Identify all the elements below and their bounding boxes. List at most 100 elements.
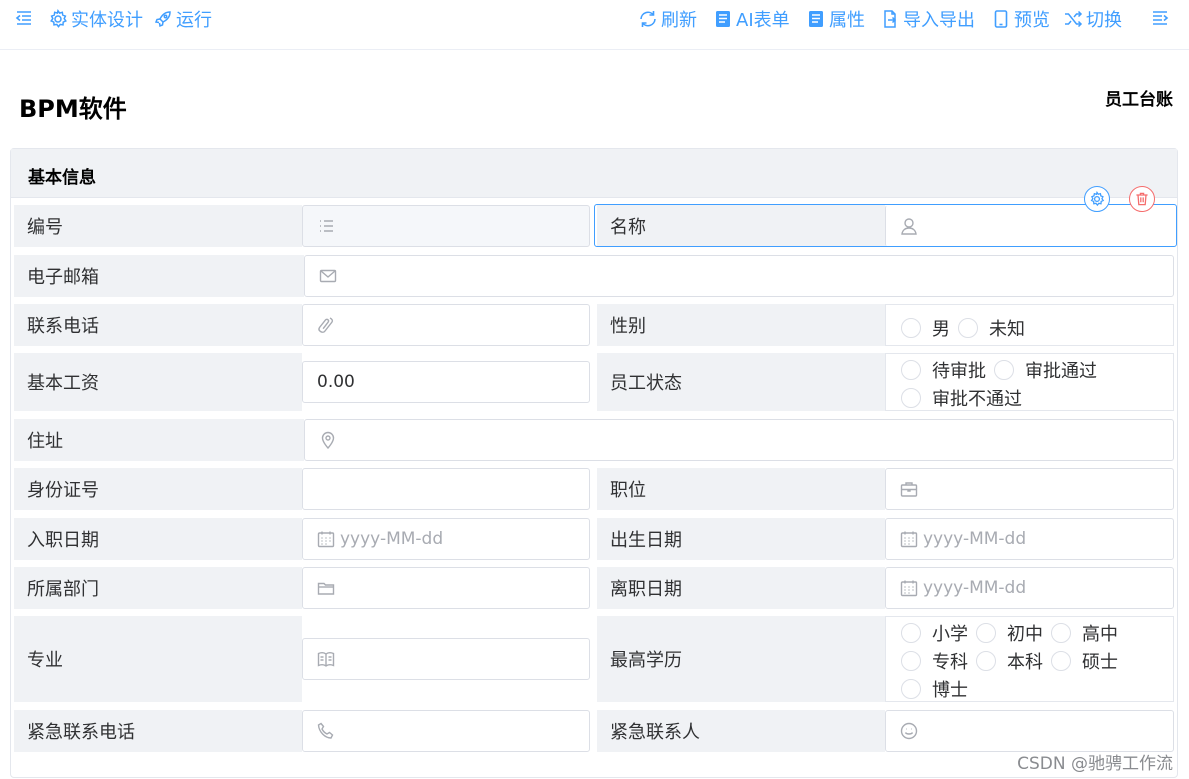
education-option-college[interactable]: 专科: [901, 648, 968, 674]
run-label: 运行: [176, 10, 212, 31]
education-option-junior-high[interactable]: 初中: [976, 620, 1043, 646]
position-input[interactable]: [885, 468, 1174, 510]
emergency-contact-input[interactable]: [885, 710, 1174, 752]
document-icon: [809, 11, 823, 27]
education-option-master[interactable]: 硕士: [1051, 648, 1118, 674]
hire-date-placeholder: yyyy-MM-dd: [340, 529, 444, 549]
file-export-icon: [884, 10, 897, 28]
field-label-number: 编号: [14, 205, 302, 247]
salary-input[interactable]: 0.00: [302, 361, 590, 403]
number-input[interactable]: [302, 205, 590, 247]
id-card-input[interactable]: [302, 468, 590, 510]
gear-icon: [1090, 191, 1105, 207]
field-label-email: 电子邮箱: [14, 255, 304, 297]
field-label-education: 最高学历: [597, 616, 885, 702]
department-select[interactable]: [302, 567, 590, 609]
trash-icon: [1136, 192, 1148, 206]
field-label-department: 所属部门: [14, 567, 302, 609]
hire-date-picker[interactable]: yyyy-MM-dd: [302, 518, 590, 560]
email-input[interactable]: [304, 255, 1174, 297]
ai-form-label: AI表单: [736, 10, 790, 31]
phone-icon: [318, 317, 334, 333]
switch-button[interactable]: 切换: [1063, 6, 1122, 32]
gear-icon: [50, 9, 67, 28]
mail-icon: [319, 269, 337, 283]
emergency-phone-input[interactable]: [302, 710, 590, 752]
gender-option-male[interactable]: 男: [901, 315, 950, 341]
education-option-doctor[interactable]: 博士: [901, 676, 968, 702]
education-option-bachelor[interactable]: 本科: [976, 648, 1043, 674]
run-button[interactable]: 运行: [153, 6, 212, 32]
properties-button[interactable]: 属性: [806, 6, 865, 32]
preview-button[interactable]: 预览: [991, 6, 1050, 32]
field-label-birth-date: 出生日期: [597, 518, 885, 560]
status-option-approved[interactable]: 审批通过: [994, 357, 1097, 383]
watermark: CSDN @驰骋工作流: [1017, 754, 1173, 774]
top-toolbar: 实体设计 运行 刷新 AI表单 属性 导入导出 预览 切换: [0, 0, 1189, 50]
import-export-label: 导入导出: [903, 10, 975, 31]
major-input[interactable]: [302, 638, 590, 680]
document-icon: [716, 11, 730, 27]
field-label-id-card: 身份证号: [14, 468, 302, 510]
field-label-gender: 性别: [597, 304, 885, 346]
page-title: BPM软件: [19, 95, 127, 123]
refresh-label: 刷新: [661, 10, 697, 31]
leave-date-placeholder: yyyy-MM-dd: [923, 578, 1027, 598]
briefcase-icon: [900, 482, 918, 497]
education-option-primary[interactable]: 小学: [901, 620, 968, 646]
user-icon: [901, 218, 917, 235]
refresh-button[interactable]: 刷新: [638, 6, 697, 32]
phone-input[interactable]: [302, 304, 590, 346]
collapse-right-icon[interactable]: [1150, 8, 1170, 28]
status-option-pending[interactable]: 待审批: [901, 357, 986, 383]
birth-date-picker[interactable]: yyyy-MM-dd: [885, 518, 1174, 560]
field-label-phone: 联系电话: [14, 304, 302, 346]
smile-icon: [900, 722, 918, 740]
calendar-icon: [317, 531, 335, 548]
import-export-button[interactable]: 导入导出: [880, 6, 975, 32]
leave-date-picker[interactable]: yyyy-MM-dd: [885, 567, 1174, 609]
gender-radio-group: 男 未知: [885, 304, 1174, 346]
ai-form-button[interactable]: AI表单: [713, 6, 790, 32]
field-label-status: 员工状态: [597, 353, 885, 411]
field-label-hire-date: 入职日期: [14, 518, 302, 560]
field-label-position: 职位: [597, 468, 885, 510]
entity-design-label: 实体设计: [71, 10, 143, 31]
education-radio-group: 小学 初中 高中 专科 本科 硕士 博士: [885, 616, 1174, 702]
section-title: 基本信息: [28, 168, 96, 188]
entity-design-button[interactable]: 实体设计: [48, 6, 143, 32]
field-label-address: 住址: [14, 419, 304, 461]
telephone-icon: [317, 722, 334, 739]
location-icon: [321, 431, 335, 450]
form-name: 员工台账: [1105, 90, 1173, 110]
field-settings-button[interactable]: [1084, 186, 1110, 212]
calendar-icon: [900, 580, 918, 597]
birth-date-placeholder: yyyy-MM-dd: [923, 529, 1027, 549]
status-option-rejected[interactable]: 审批不通过: [901, 385, 1022, 411]
properties-label: 属性: [829, 10, 865, 31]
field-label-leave-date: 离职日期: [597, 567, 885, 609]
name-input[interactable]: [885, 205, 1175, 247]
salary-value: 0.00: [317, 372, 355, 392]
address-input[interactable]: [304, 419, 1174, 461]
gender-option-unknown[interactable]: 未知: [958, 315, 1025, 341]
book-icon: [317, 652, 335, 667]
field-label-emergency-contact: 紧急联系人: [597, 710, 885, 752]
field-label-name: 名称: [597, 205, 885, 247]
preview-label: 预览: [1014, 10, 1050, 31]
status-radio-group: 待审批 审批通过 审批不通过: [885, 353, 1174, 411]
collapse-left-icon[interactable]: [14, 8, 34, 28]
section-header: 基本信息: [11, 149, 1177, 198]
folder-icon: [317, 582, 335, 595]
field-label-emergency-phone: 紧急联系电话: [14, 710, 302, 752]
field-delete-button[interactable]: [1129, 186, 1155, 212]
shuffle-icon: [1065, 10, 1083, 28]
calendar-icon: [900, 531, 918, 548]
field-label-major: 专业: [14, 616, 302, 702]
education-option-senior-high[interactable]: 高中: [1051, 620, 1118, 646]
list-icon: [320, 220, 333, 232]
mobile-icon: [994, 10, 1008, 28]
rocket-icon: [154, 11, 171, 28]
refresh-icon: [640, 11, 656, 27]
switch-label: 切换: [1086, 10, 1122, 31]
